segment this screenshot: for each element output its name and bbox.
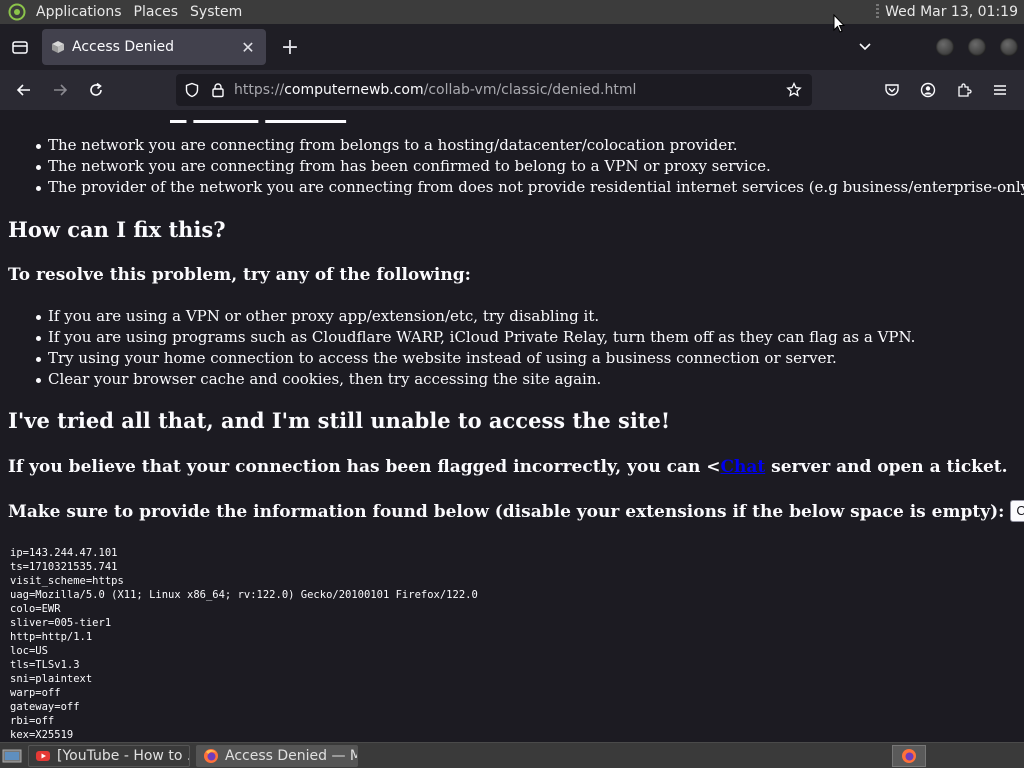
system-menu[interactable]: System bbox=[184, 0, 248, 24]
padlock-icon[interactable] bbox=[210, 82, 226, 98]
workspace-switcher[interactable] bbox=[892, 744, 926, 767]
extensions-button[interactable] bbox=[948, 74, 980, 106]
flagged-text-after: server and open a ticket. bbox=[765, 457, 1008, 477]
list-item: Try using your home connection to access… bbox=[35, 348, 915, 369]
fix-heading: How can I fix this? bbox=[8, 217, 226, 242]
reasons-list: The network you are connecting from belo… bbox=[36, 135, 1024, 198]
back-arrow-icon bbox=[16, 84, 30, 96]
url-text[interactable]: https://computernewb.com/collab-vm/class… bbox=[234, 82, 636, 98]
info-line: tls=TLSv1.3 bbox=[10, 659, 80, 671]
page-content: ▁ ▁▁▁▁ ▁▁▁▁▁ The network you are connect… bbox=[0, 110, 1024, 742]
info-line: uag=Mozilla/5.0 (X11; Linux x86_64; rv:1… bbox=[10, 589, 478, 601]
fixes-list: If you are using a VPN or other proxy ap… bbox=[35, 306, 916, 390]
info-line: ip=143.244.47.101 bbox=[10, 547, 118, 559]
pocket-icon bbox=[885, 84, 899, 96]
provide-info-text: Make sure to provide the information fou… bbox=[8, 502, 1005, 522]
info-line: sni=plaintext bbox=[10, 673, 93, 685]
clipped-heading-fragment: ▁ ▁▁▁▁ ▁▁▁▁▁ bbox=[170, 110, 347, 123]
maximize-button[interactable] bbox=[968, 38, 986, 56]
info-line: ts=1710321535.741 bbox=[10, 561, 118, 573]
back-button[interactable] bbox=[8, 74, 40, 106]
panel-grip[interactable] bbox=[876, 4, 880, 20]
task-label: Access Denied — M... bbox=[225, 747, 357, 764]
new-tab-button[interactable]: + bbox=[276, 33, 304, 61]
hamburger-menu-icon bbox=[994, 85, 1006, 95]
tab-close-icon[interactable]: ✕ bbox=[238, 37, 258, 57]
chevron-down-icon bbox=[859, 43, 871, 51]
info-line: warp=off bbox=[10, 687, 61, 699]
url-scheme: https:// bbox=[234, 82, 285, 98]
taskbar-item-youtube[interactable]: [YouTube - How to ... bbox=[28, 744, 190, 767]
account-icon bbox=[920, 82, 936, 98]
tried-heading: I've tried all that, and I'm still unabl… bbox=[8, 408, 671, 433]
flagged-paragraph: If you believe that your connection has … bbox=[8, 457, 1008, 477]
distro-logo-icon[interactable] bbox=[8, 3, 26, 21]
puzzle-piece-icon bbox=[958, 83, 972, 97]
info-line: rbi=off bbox=[10, 715, 55, 727]
tab-title: Access Denied bbox=[72, 39, 175, 55]
youtube-icon bbox=[36, 750, 50, 761]
firefox-view-button[interactable] bbox=[4, 31, 36, 63]
pocket-button[interactable] bbox=[876, 74, 908, 106]
tab-access-denied[interactable]: Access Denied ✕ bbox=[42, 29, 266, 65]
clock[interactable]: Wed Mar 13, 01:19 bbox=[885, 4, 1024, 20]
minimize-button[interactable] bbox=[936, 38, 954, 56]
list-item: If you are using a VPN or other proxy ap… bbox=[35, 306, 915, 327]
top-panel: Applications Places System Wed Mar 13, 0… bbox=[0, 0, 1024, 24]
bookmark-star-button[interactable] bbox=[782, 78, 806, 102]
info-line: visit_scheme=https bbox=[10, 575, 124, 587]
list-item: If you are using programs such as Cloudf… bbox=[35, 328, 916, 346]
list-item: The provider of the network you are conn… bbox=[36, 177, 1024, 198]
navigation-bar: https://computernewb.com/collab-vm/class… bbox=[0, 70, 1024, 110]
reload-button[interactable] bbox=[80, 74, 112, 106]
firefox-view-icon bbox=[12, 41, 28, 54]
info-line: kex=X25519 bbox=[10, 729, 74, 741]
forward-button[interactable] bbox=[44, 74, 76, 106]
bottom-taskbar: [YouTube - How to ... Access Denied — M.… bbox=[0, 742, 1024, 768]
tracking-protection-shield-icon[interactable] bbox=[184, 82, 200, 98]
url-path: /collab-vm/classic/denied.html bbox=[423, 82, 637, 98]
app-menu-button[interactable] bbox=[984, 74, 1016, 106]
mouse-cursor-icon bbox=[833, 14, 845, 33]
show-desktop-icon[interactable] bbox=[2, 747, 22, 765]
url-host: computernewb.com bbox=[284, 82, 424, 98]
list-all-tabs-button[interactable] bbox=[849, 31, 881, 63]
forward-arrow-icon bbox=[54, 84, 68, 96]
info-line: gateway=off bbox=[10, 701, 80, 713]
places-menu[interactable]: Places bbox=[128, 0, 185, 24]
tab-strip: Access Denied ✕ + bbox=[0, 24, 1024, 70]
list-item: The network you are connecting from belo… bbox=[36, 135, 1024, 156]
taskbar-item-firefox[interactable]: Access Denied — M... bbox=[196, 744, 358, 767]
account-button[interactable] bbox=[912, 74, 944, 106]
flagged-text-before: If you believe that your connection has … bbox=[8, 457, 721, 477]
firefox-icon bbox=[902, 748, 916, 763]
reload-icon bbox=[90, 82, 102, 96]
info-line: loc=US bbox=[10, 645, 48, 657]
applications-menu[interactable]: Applications bbox=[30, 0, 128, 24]
site-favicon-icon bbox=[52, 41, 64, 53]
diagnostic-info-block: ip=143.244.47.101 ts=1710321535.741 visit_… bbox=[10, 546, 478, 742]
star-icon bbox=[786, 82, 802, 97]
provide-info-paragraph: Make sure to provide the information fou… bbox=[8, 500, 1024, 522]
close-window-button[interactable] bbox=[1000, 38, 1018, 56]
list-item: The network you are connecting from has … bbox=[36, 156, 1024, 177]
list-item: Clear your browser cache and cookies, th… bbox=[35, 369, 915, 390]
info-line: sliver=005-tier1 bbox=[10, 617, 112, 629]
info-line: http=http/1.1 bbox=[10, 631, 93, 643]
task-label: [YouTube - How to ... bbox=[57, 747, 190, 764]
firefox-icon bbox=[204, 748, 218, 763]
url-bar[interactable]: https://computernewb.com/collab-vm/class… bbox=[176, 74, 812, 106]
chat-link[interactable]: Chat bbox=[720, 457, 765, 477]
copy-to-clipboard-button[interactable]: Copy to clipboard bbox=[1010, 500, 1024, 522]
resolve-heading: To resolve this problem, try any of the … bbox=[8, 265, 471, 285]
info-line: colo=EWR bbox=[10, 603, 61, 615]
